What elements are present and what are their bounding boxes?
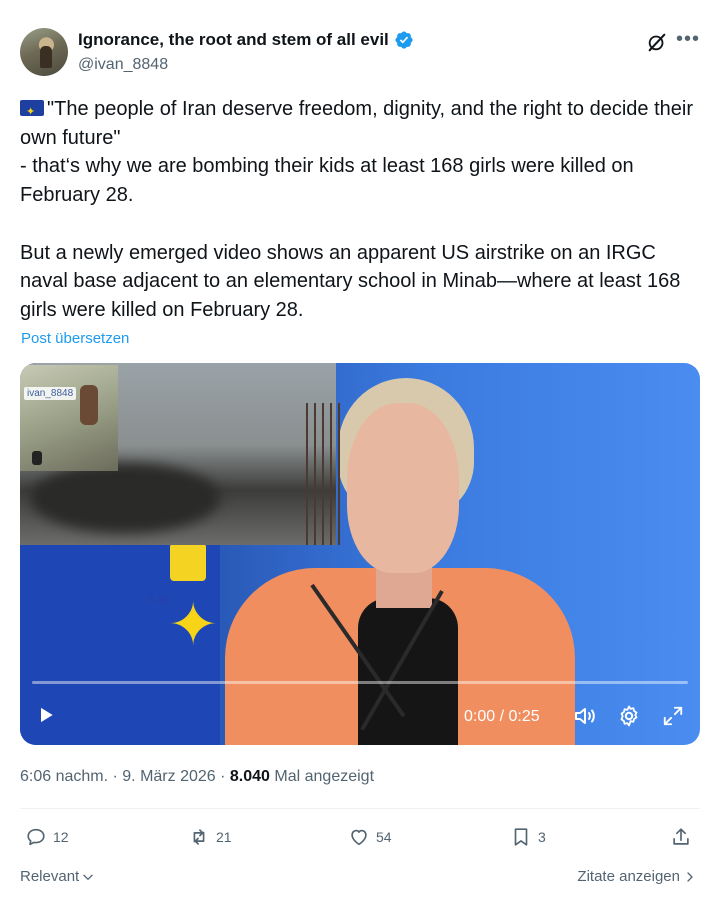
heart-icon xyxy=(351,829,367,846)
post-paragraph-2: - that‘s why we are bombing their kids a… xyxy=(20,155,634,207)
inset-cat-figure xyxy=(32,451,42,465)
speaker-face xyxy=(347,403,459,573)
like-count: 54 xyxy=(376,829,392,845)
post-date[interactable]: 9. März 2026 xyxy=(122,768,215,785)
video-progress-bar[interactable] xyxy=(32,681,688,684)
author-handle[interactable]: @ivan_8848 xyxy=(78,56,168,74)
quotes-label: Zitate anzeigen xyxy=(577,868,680,885)
bookmark-icon xyxy=(514,828,528,846)
rebar-rods xyxy=(300,403,340,545)
sort-label: Relevant xyxy=(20,868,80,885)
author-name-row[interactable]: Ignorance, the root and stem of all evil xyxy=(78,30,414,50)
grok-symbol-icon xyxy=(648,33,666,52)
post-text: "The people of Iran deserve freedom, dig… xyxy=(20,95,700,325)
repost-button[interactable]: 21 xyxy=(188,826,232,848)
play-button[interactable] xyxy=(34,703,58,727)
volume-button[interactable] xyxy=(572,703,598,729)
bookmark-button[interactable]: 3 xyxy=(510,826,546,848)
share-button[interactable] xyxy=(670,826,692,848)
view-quotes-link[interactable]: Zitate anzeigen xyxy=(577,868,696,885)
repost-count: 21 xyxy=(216,829,232,845)
translate-post-link[interactable]: Post übersetzen xyxy=(21,330,129,347)
settings-button[interactable] xyxy=(616,703,642,729)
post-paragraph-3: But a newly emerged video shows an appar… xyxy=(20,241,681,321)
like-button[interactable]: 54 xyxy=(348,826,392,848)
action-bar: 12 21 54 3 xyxy=(20,826,700,856)
author-display-name[interactable]: Ignorance, the root and stem of all evil xyxy=(78,30,389,50)
fullscreen-icon xyxy=(663,706,683,726)
more-options-button[interactable]: ••• xyxy=(676,27,700,51)
gear-icon xyxy=(620,705,638,727)
meta-separator: · xyxy=(215,768,230,785)
eu-flag-icon xyxy=(20,98,44,127)
chevron-down-icon xyxy=(83,874,93,880)
post-paragraph-1: "The people of Iran deserve freedom, dig… xyxy=(20,98,694,149)
reply-count: 12 xyxy=(53,829,69,845)
sort-replies-dropdown[interactable]: Relevant xyxy=(20,868,95,885)
video-player[interactable]: s.tv ✦ ivan_8848 0:00 / 0:25 xyxy=(20,363,700,745)
meta-separator: · xyxy=(108,768,123,785)
author-avatar[interactable] xyxy=(20,28,68,76)
share-icon xyxy=(673,828,689,845)
smoke-cloud xyxy=(30,463,220,533)
logo-fragment xyxy=(170,543,206,581)
inset-image: ivan_8848 xyxy=(20,365,118,471)
view-count-label: Mal angezeigt xyxy=(274,768,375,785)
video-watermark-text: s.tv xyxy=(148,591,169,606)
video-time: 0:00 / 0:25 xyxy=(464,708,540,725)
bookmark-count: 3 xyxy=(538,829,546,845)
eu-star-shape: ✦ xyxy=(168,591,219,658)
chevron-right-icon xyxy=(687,871,693,882)
grok-icon[interactable] xyxy=(645,30,669,54)
post-meta: 6:06 nachm. · 9. März 2026 · 8.040 Mal a… xyxy=(20,768,374,786)
verified-badge-icon xyxy=(395,31,413,49)
inset-tag-label: ivan_8848 xyxy=(24,387,77,400)
fullscreen-button[interactable] xyxy=(660,703,686,729)
reply-button[interactable]: 12 xyxy=(25,826,69,848)
repost-icon xyxy=(193,829,205,845)
view-count: 8.040 xyxy=(229,768,270,785)
volume-icon xyxy=(575,708,595,724)
play-icon xyxy=(41,707,53,723)
reply-icon xyxy=(27,828,45,846)
inset-child-figure xyxy=(80,385,98,425)
divider xyxy=(20,808,700,809)
post-time[interactable]: 6:06 nachm. xyxy=(20,768,108,785)
